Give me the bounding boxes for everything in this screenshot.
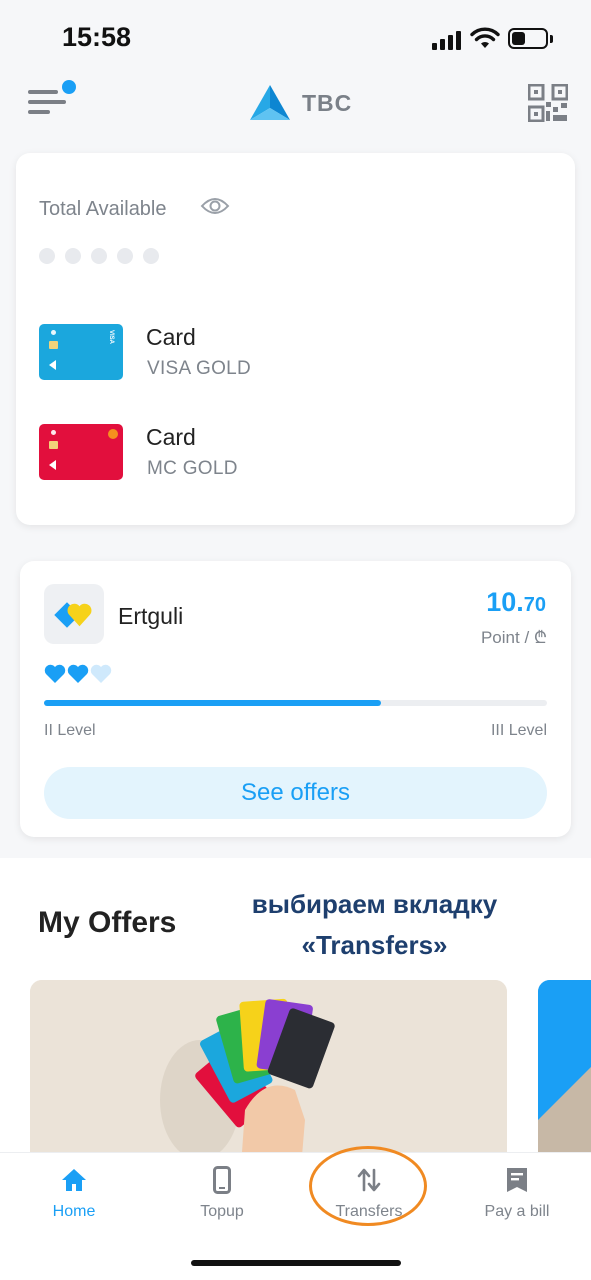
level-progress-fill xyxy=(44,700,381,706)
status-time: 15:58 xyxy=(62,22,132,52)
balance-panel: Total Available VISA Card VISA GOLD Card… xyxy=(16,153,575,525)
points-value: 10.70 xyxy=(486,587,546,617)
see-offers-button[interactable]: See offers xyxy=(44,767,547,819)
heart-filled-icon xyxy=(67,664,89,683)
heart-empty-icon xyxy=(90,664,112,683)
level-progress-bar xyxy=(44,700,547,706)
nav-label: Home xyxy=(52,1203,96,1220)
notification-dot xyxy=(62,80,76,94)
bill-icon xyxy=(507,1168,527,1192)
heart-filled-icon xyxy=(44,664,66,683)
total-available-label: Total Available xyxy=(39,198,167,220)
instruction-annotation: выбираем вкладку «Transfers» xyxy=(251,889,498,960)
card-item[interactable]: Card MC GOLD xyxy=(39,424,539,484)
phone-icon xyxy=(213,1166,231,1194)
transfers-highlight-circle xyxy=(309,1146,427,1226)
offer-card[interactable] xyxy=(538,980,591,1180)
ertguli-loyalty-panel[interactable]: Ertguli 10.70 Point / ₾ II Level III Lev… xyxy=(20,561,571,837)
visa-card-thumbnail: VISA xyxy=(39,324,123,380)
current-level: II Level xyxy=(44,722,96,739)
nav-tab-pay-a-bill[interactable]: Pay a bill xyxy=(447,1165,587,1221)
ertguli-heart-icon xyxy=(54,602,92,628)
my-offers-title: My Offers xyxy=(38,906,177,939)
card-type: VISA GOLD xyxy=(147,358,252,379)
battery-cap xyxy=(550,35,553,43)
menu-button[interactable] xyxy=(28,80,80,122)
nav-label: Pay a bill xyxy=(484,1203,550,1220)
nav-tab-topup[interactable]: Topup xyxy=(152,1165,292,1221)
loyalty-program-name: Ertguli xyxy=(118,603,184,629)
nav-label: Topup xyxy=(200,1203,244,1220)
offer-image xyxy=(538,980,591,1180)
card-name: Card xyxy=(146,424,196,450)
wifi-icon xyxy=(470,27,500,48)
hearts-level xyxy=(44,664,112,684)
card-item[interactable]: VISA Card VISA GOLD xyxy=(39,324,539,384)
nav-tab-home[interactable]: Home xyxy=(4,1165,144,1221)
mastercard-card-thumbnail xyxy=(39,424,123,480)
card-type: MC GOLD xyxy=(147,458,238,479)
next-level: III Level xyxy=(490,722,547,739)
logo-text: TBC xyxy=(302,89,353,116)
home-icon xyxy=(62,1169,86,1191)
points-unit: Point / ₾ xyxy=(480,628,547,647)
home-indicator xyxy=(191,1260,401,1266)
tbc-logo: TBC xyxy=(248,84,352,122)
offer-image-cards-in-hand xyxy=(30,980,507,1180)
signal-icon xyxy=(432,30,462,50)
tbc-logo-icon xyxy=(250,85,290,120)
hidden-balance-dots xyxy=(39,248,159,264)
ertguli-logo xyxy=(44,584,104,644)
qr-code-icon[interactable] xyxy=(528,84,568,122)
status-bar: 15:58 xyxy=(0,0,591,70)
eye-icon[interactable] xyxy=(200,195,230,217)
offer-card[interactable] xyxy=(30,980,507,1180)
battery-icon xyxy=(508,28,548,49)
card-name: Card xyxy=(146,324,196,350)
